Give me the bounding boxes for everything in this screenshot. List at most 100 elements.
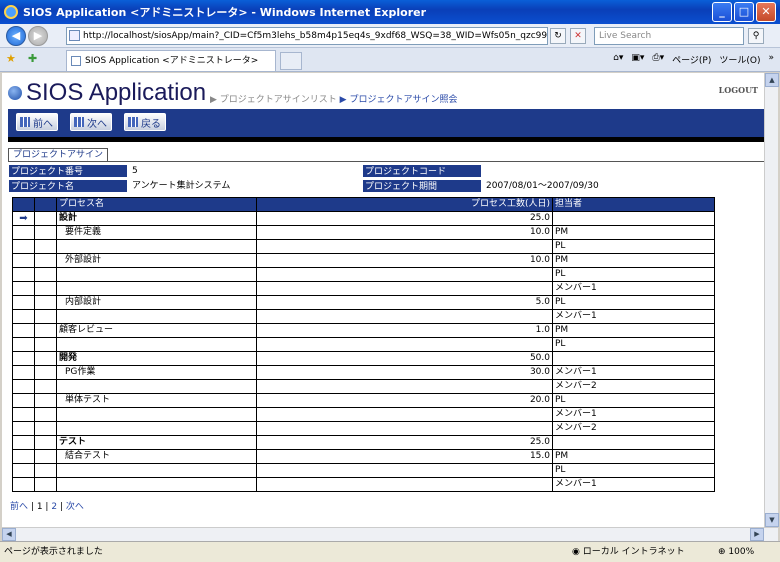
scroll-down-icon[interactable]: ▼ [765, 513, 779, 527]
scroll-right-icon[interactable]: ▶ [750, 528, 764, 541]
current-row-marker [12, 477, 35, 492]
table-row[interactable]: メンバー1 [12, 477, 715, 492]
table-row[interactable]: テスト 25.0 [12, 435, 715, 450]
maximize-button[interactable]: □ [734, 2, 754, 22]
current-row-marker [12, 365, 35, 380]
app-title-text: SIOS Application [26, 79, 207, 106]
assignee-cell: PL [552, 463, 715, 478]
project-period-label: プロジェクト期間 [362, 179, 482, 193]
assignee-cell: メンバー2 [552, 421, 715, 436]
back-icon[interactable]: ◀ [6, 25, 26, 46]
home-icon[interactable]: ⌂▾ [613, 53, 623, 66]
browser-tab[interactable]: SIOS Application <アドミニストレータ> [66, 50, 276, 71]
page-icon [69, 30, 80, 41]
row-select-cell [34, 393, 57, 408]
address-input[interactable]: http://localhost/siosApp/main?_CID=Cf5m3… [66, 27, 548, 45]
page-menu[interactable]: ページ(P) [672, 53, 711, 66]
table-row[interactable]: ➡ 設計 25.0 [12, 211, 715, 226]
current-row-marker [12, 337, 35, 352]
project-name-label: プロジェクト名 [8, 179, 128, 193]
table-row[interactable]: 内部設計 5.0 PL [12, 295, 715, 310]
current-row-marker [12, 323, 35, 338]
process-name-cell: PG作業 [56, 365, 257, 380]
table-row[interactable]: メンバー1 [12, 281, 715, 296]
table-row[interactable]: PG作業 30.0 メンバー1 [12, 365, 715, 380]
minimize-button[interactable]: _ [712, 2, 732, 22]
new-tab-button[interactable] [280, 52, 302, 70]
stop-icon[interactable]: ✕ [570, 28, 586, 44]
row-select-cell [34, 267, 57, 282]
process-name-cell [56, 407, 257, 422]
table-row[interactable]: PL [12, 337, 715, 352]
current-row-marker [12, 281, 35, 296]
vertical-scrollbar[interactable]: ▲ ▼ [764, 73, 779, 527]
next-button[interactable]: 次へ [70, 113, 112, 131]
table-row[interactable]: 結合テスト 15.0 PM [12, 449, 715, 464]
back-button-label: 戻る [141, 118, 161, 130]
table-row[interactable]: 開発 50.0 [12, 351, 715, 366]
search-input[interactable]: Live Search [594, 27, 744, 45]
assignee-cell: PL [552, 295, 715, 310]
prev-button-label: 前へ [33, 118, 53, 130]
select-header [34, 197, 57, 212]
current-row-marker [12, 239, 35, 254]
back-button[interactable]: 戻る [124, 113, 166, 131]
row-select-cell [34, 421, 57, 436]
horizontal-scrollbar[interactable]: ◀ ▶ [2, 527, 778, 541]
zone-text: ローカル イントラネット [582, 547, 685, 557]
assignee-cell: PL [552, 239, 715, 254]
prev-button[interactable]: 前へ [16, 113, 58, 131]
current-row-marker [12, 407, 35, 422]
pager-page-2[interactable]: 2 [51, 502, 57, 512]
project-no-value: 5 [132, 166, 138, 176]
pager-next[interactable]: 次へ [66, 502, 84, 512]
table-body: ➡ 設計 25.0 要件定義 10.0 PM PL 外部設計 10.0 PM PL メンバー1 内部設計… [12, 211, 715, 492]
table-row[interactable]: メンバー2 [12, 379, 715, 394]
assignee-cell: メンバー1 [552, 477, 715, 492]
refresh-icon[interactable]: ↻ [550, 28, 566, 44]
logout-link[interactable]: LOGOUT [719, 85, 758, 95]
breadcrumb-list-link[interactable]: ▶ プロジェクトアサインリスト [210, 95, 337, 105]
section-tab[interactable]: プロジェクトアサイン [8, 148, 109, 162]
current-row-marker [12, 435, 35, 450]
forward-icon[interactable]: ▶ [28, 25, 48, 46]
table-row[interactable]: 要件定義 10.0 PM [12, 225, 715, 240]
tools-menu[interactable]: ツール(O) [719, 53, 760, 66]
table-row[interactable]: PL [12, 463, 715, 478]
table-row[interactable]: メンバー1 [12, 407, 715, 422]
zoom-control[interactable]: ⊕ 100% [718, 542, 754, 562]
close-window-button[interactable]: ✕ [756, 2, 776, 22]
table-row[interactable]: PL [12, 267, 715, 282]
scroll-left-icon[interactable]: ◀ [2, 528, 16, 541]
search-icon[interactable]: ⚲ [748, 28, 764, 44]
table-row[interactable]: 顧客レビュー 1.0 PM [12, 323, 715, 338]
effort-header: プロセス工数(人日) [256, 197, 553, 212]
table-row[interactable]: 単体テスト 20.0 PL [12, 393, 715, 408]
table-row[interactable]: メンバー1 [12, 309, 715, 324]
table-row[interactable]: メンバー2 [12, 421, 715, 436]
effort-cell [256, 407, 553, 422]
assignee-cell: メンバー1 [552, 365, 715, 380]
print-icon[interactable]: ⎙▾ [652, 53, 664, 66]
favorites-star-icon[interactable]: ★ [6, 52, 16, 65]
feeds-icon[interactable]: ▣▾ [631, 53, 644, 66]
process-name-cell: 単体テスト [56, 393, 257, 408]
tab-bar: ★ ✚ SIOS Application <アドミニストレータ> ⌂▾ ▣▾ ⎙… [0, 48, 780, 72]
process-header: プロセス名 [56, 197, 257, 212]
current-row-marker [12, 267, 35, 282]
process-name-cell: 要件定義 [56, 225, 257, 240]
table-row[interactable]: 外部設計 10.0 PM [12, 253, 715, 268]
chevron-right-icon[interactable]: » [768, 53, 774, 66]
row-select-cell [34, 323, 57, 338]
add-favorite-icon[interactable]: ✚ [28, 52, 37, 65]
process-name-cell [56, 267, 257, 282]
pager-prev[interactable]: 前へ [10, 502, 28, 512]
zoom-icon: ⊕ [718, 547, 729, 557]
effort-cell [256, 337, 553, 352]
action-toolbar: 前へ 次へ 戻る [8, 109, 764, 137]
table-row[interactable]: PL [12, 239, 715, 254]
pager-separator: | [30, 502, 34, 512]
assignee-cell [552, 435, 715, 450]
scroll-up-icon[interactable]: ▲ [765, 73, 779, 87]
effort-cell: 30.0 [256, 365, 553, 380]
